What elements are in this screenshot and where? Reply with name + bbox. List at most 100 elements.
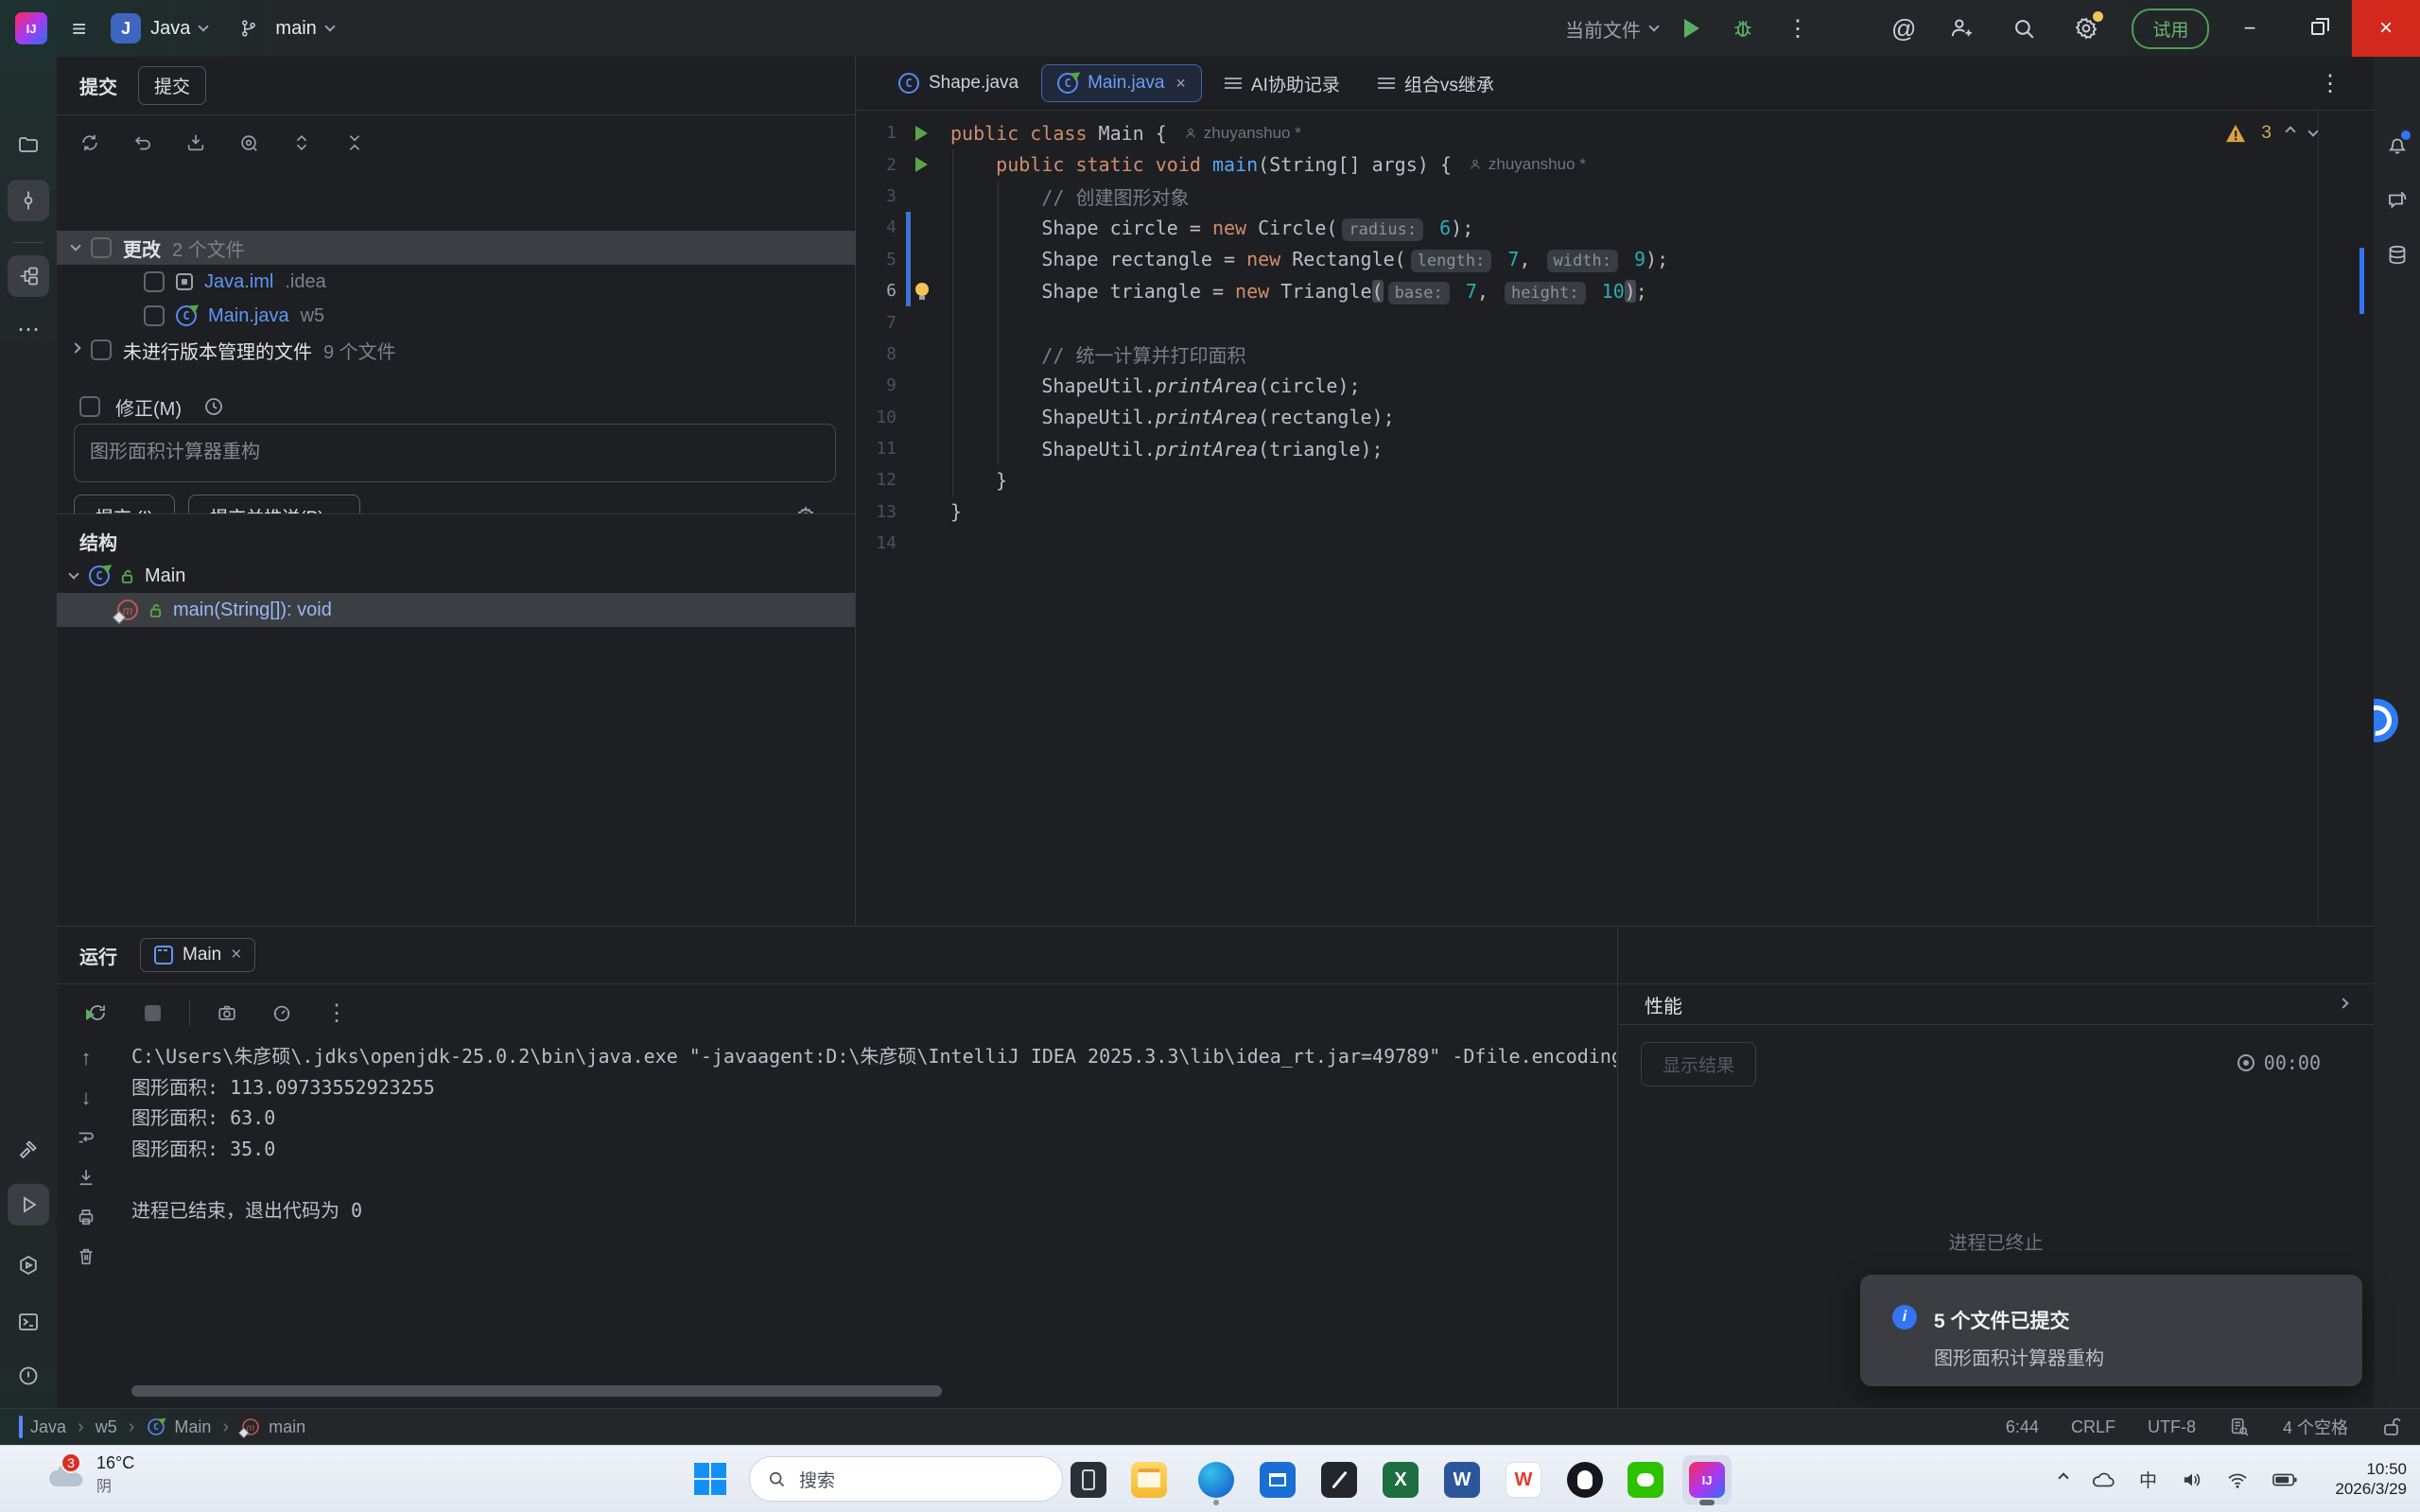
unlock-icon[interactable] [2380, 1416, 2403, 1438]
structure-class-row[interactable]: C Main [57, 559, 855, 593]
amend-checkbox[interactable] [79, 396, 100, 417]
code-line-4[interactable]: 4 Shape circle = new Circle(radius: 6); [857, 212, 2374, 243]
settings-button[interactable] [2069, 11, 2103, 45]
close-icon[interactable]: × [231, 945, 241, 965]
commit-tab[interactable]: 提交 [138, 66, 206, 105]
more-actions-button[interactable]: ⋮ [1786, 15, 1809, 43]
tool-window-button-problems[interactable] [8, 1355, 49, 1397]
chevron-down-icon[interactable] [68, 568, 78, 579]
taskbar-app-edge[interactable] [1192, 1455, 1241, 1504]
intention-bulb-icon[interactable] [915, 283, 929, 296]
line-separator[interactable]: CRLF [2071, 1417, 2115, 1437]
tool-window-button-commit[interactable] [8, 180, 49, 221]
indent-setting[interactable]: 4 个空格 [2283, 1415, 2348, 1439]
expand-all-icon[interactable] [284, 125, 320, 161]
taskbar-app-word[interactable]: W [1437, 1455, 1487, 1504]
editor-tab-Main.java[interactable]: CMain.java× [1041, 64, 1202, 102]
code-with-me-button[interactable] [1944, 11, 1978, 45]
ai-assistant-button[interactable]: @ [1891, 14, 1916, 43]
minimize-button[interactable]: − [2216, 0, 2284, 57]
rerun-icon[interactable] [79, 995, 115, 1031]
commit-changes-icon[interactable] [178, 125, 214, 161]
taskbar-app-excel[interactable]: X [1376, 1455, 1425, 1504]
profiler-camera-icon[interactable] [209, 995, 245, 1031]
commit-message-input[interactable]: 图形面积计算器重构 [74, 424, 836, 482]
taskbar-app-file-explorer[interactable] [1124, 1455, 1174, 1504]
code-line-6[interactable]: 6 Shape triangle = new Triangle(base: 7,… [857, 275, 2374, 306]
code-line-5[interactable]: 5 Shape rectangle = new Rectangle(length… [857, 244, 2374, 275]
more-vertical-icon[interactable]: ⋮ [319, 995, 355, 1031]
run-button[interactable] [1684, 19, 1699, 38]
breadcrumb-item-Java[interactable]: Java [19, 1417, 66, 1437]
code-line-10[interactable]: 10 ShapeUtil.printArea(rectangle); [857, 402, 2374, 433]
history-clock-icon[interactable] [197, 390, 231, 424]
changed-file-row[interactable]: Java.iml.idea [57, 265, 856, 299]
editor-options-kebab[interactable]: ⋮ [2319, 70, 2342, 97]
editor-tab-AI协助记录[interactable]: AI协助记录 [1210, 63, 1355, 104]
notification-toast[interactable]: i 5 个文件已提交 图形面积计算器重构 [1860, 1275, 2362, 1386]
project-widget[interactable]: J Java [111, 13, 207, 43]
stop-icon[interactable] [134, 995, 170, 1031]
taskbar-app-intellij[interactable]: IJ [1682, 1455, 1732, 1504]
battery-icon[interactable] [2272, 1472, 2297, 1487]
taskbar-app-wps[interactable]: W [1499, 1455, 1548, 1504]
onedrive-icon[interactable] [2092, 1471, 2115, 1488]
print-icon[interactable] [70, 1201, 102, 1233]
code-line-3[interactable]: 3 // 创建图形对象 [857, 181, 2374, 212]
breadcrumb-item-main[interactable]: mmain [240, 1416, 305, 1437]
debug-button[interactable] [1726, 11, 1760, 45]
tool-window-button-database[interactable] [2376, 235, 2418, 276]
changes-checkbox[interactable] [91, 237, 112, 258]
tool-window-button-notifications[interactable] [2376, 124, 2418, 165]
chevron-right-icon[interactable] [2338, 998, 2348, 1008]
code-line-8[interactable]: 8 // 统一计算并打印面积 [857, 339, 2374, 370]
file-search-icon[interactable] [2228, 1416, 2251, 1438]
taskbar-app-wechat[interactable] [1621, 1455, 1670, 1504]
up-icon[interactable]: ↑ [70, 1042, 102, 1074]
trial-button[interactable]: 试用 [2132, 9, 2209, 49]
locate-icon[interactable] [231, 125, 267, 161]
console-output[interactable]: C:\Users\朱彦硕\.jdks\openjdk-25.0.2\bin\ja… [131, 1041, 1616, 1226]
search-everywhere-button[interactable] [2007, 11, 2041, 45]
tool-window-button-ai-assistant[interactable] [2376, 180, 2418, 221]
down-icon[interactable]: ↓ [70, 1082, 102, 1114]
code-line-1[interactable]: 1public class Main {zhuyanshuo * [857, 117, 2374, 148]
editor-tab-组合vs继承[interactable]: 组合vs继承 [1363, 63, 1509, 104]
caret-position[interactable]: 6:44 [2006, 1417, 2039, 1437]
maximize-button[interactable] [2284, 0, 2352, 57]
code-line-12[interactable]: 12 } [857, 464, 2374, 495]
tool-window-button-run[interactable] [8, 1184, 49, 1225]
ime-indicator[interactable]: 中 [2139, 1467, 2157, 1492]
start-button[interactable] [694, 1463, 726, 1495]
file-checkbox[interactable] [144, 305, 165, 326]
unversioned-checkbox[interactable] [91, 339, 112, 360]
run-line-icon[interactable] [915, 157, 928, 172]
collapse-all-icon[interactable] [337, 125, 373, 161]
console-horizontal-scrollbar[interactable] [131, 1385, 942, 1397]
changes-group-row[interactable]: 更改 2 个文件 [57, 231, 856, 265]
scroll-end-icon[interactable] [70, 1161, 102, 1193]
code-line-2[interactable]: 2 public static void main(String[] args)… [857, 148, 2374, 180]
chevron-right-icon[interactable] [70, 342, 80, 353]
volume-icon[interactable] [2182, 1470, 2202, 1489]
tool-window-button-more[interactable]: ⋯ [8, 308, 49, 350]
chevron-down-icon[interactable] [70, 240, 80, 251]
run-line-icon[interactable] [915, 126, 928, 141]
run-config-selector[interactable]: 当前文件 [1565, 15, 1658, 43]
show-results-button[interactable]: 显示结果 [1641, 1042, 1756, 1086]
changed-file-row[interactable]: CMain.javaw5 [57, 299, 856, 333]
run-tab-main[interactable]: Main × [140, 938, 255, 972]
refresh-icon[interactable] [72, 125, 108, 161]
soft-wrap-icon[interactable] [70, 1121, 102, 1154]
close-button[interactable]: × [2352, 0, 2420, 57]
code-line-9[interactable]: 9 ShapeUtil.printArea(circle); [857, 370, 2374, 401]
taskbar-clock[interactable]: 10:50 2026/3/29 [2335, 1459, 2407, 1499]
breadcrumb-item-w5[interactable]: w5 [96, 1417, 117, 1437]
tool-window-button-structure[interactable] [8, 255, 49, 297]
taskbar-app-qq[interactable] [1560, 1455, 1610, 1504]
taskbar-app-store[interactable] [1253, 1455, 1302, 1504]
close-icon[interactable]: × [1175, 74, 1186, 94]
code-line-13[interactable]: 13} [857, 496, 2374, 528]
network-icon[interactable] [2227, 1471, 2248, 1488]
profiler-gauge-icon[interactable] [264, 995, 300, 1031]
